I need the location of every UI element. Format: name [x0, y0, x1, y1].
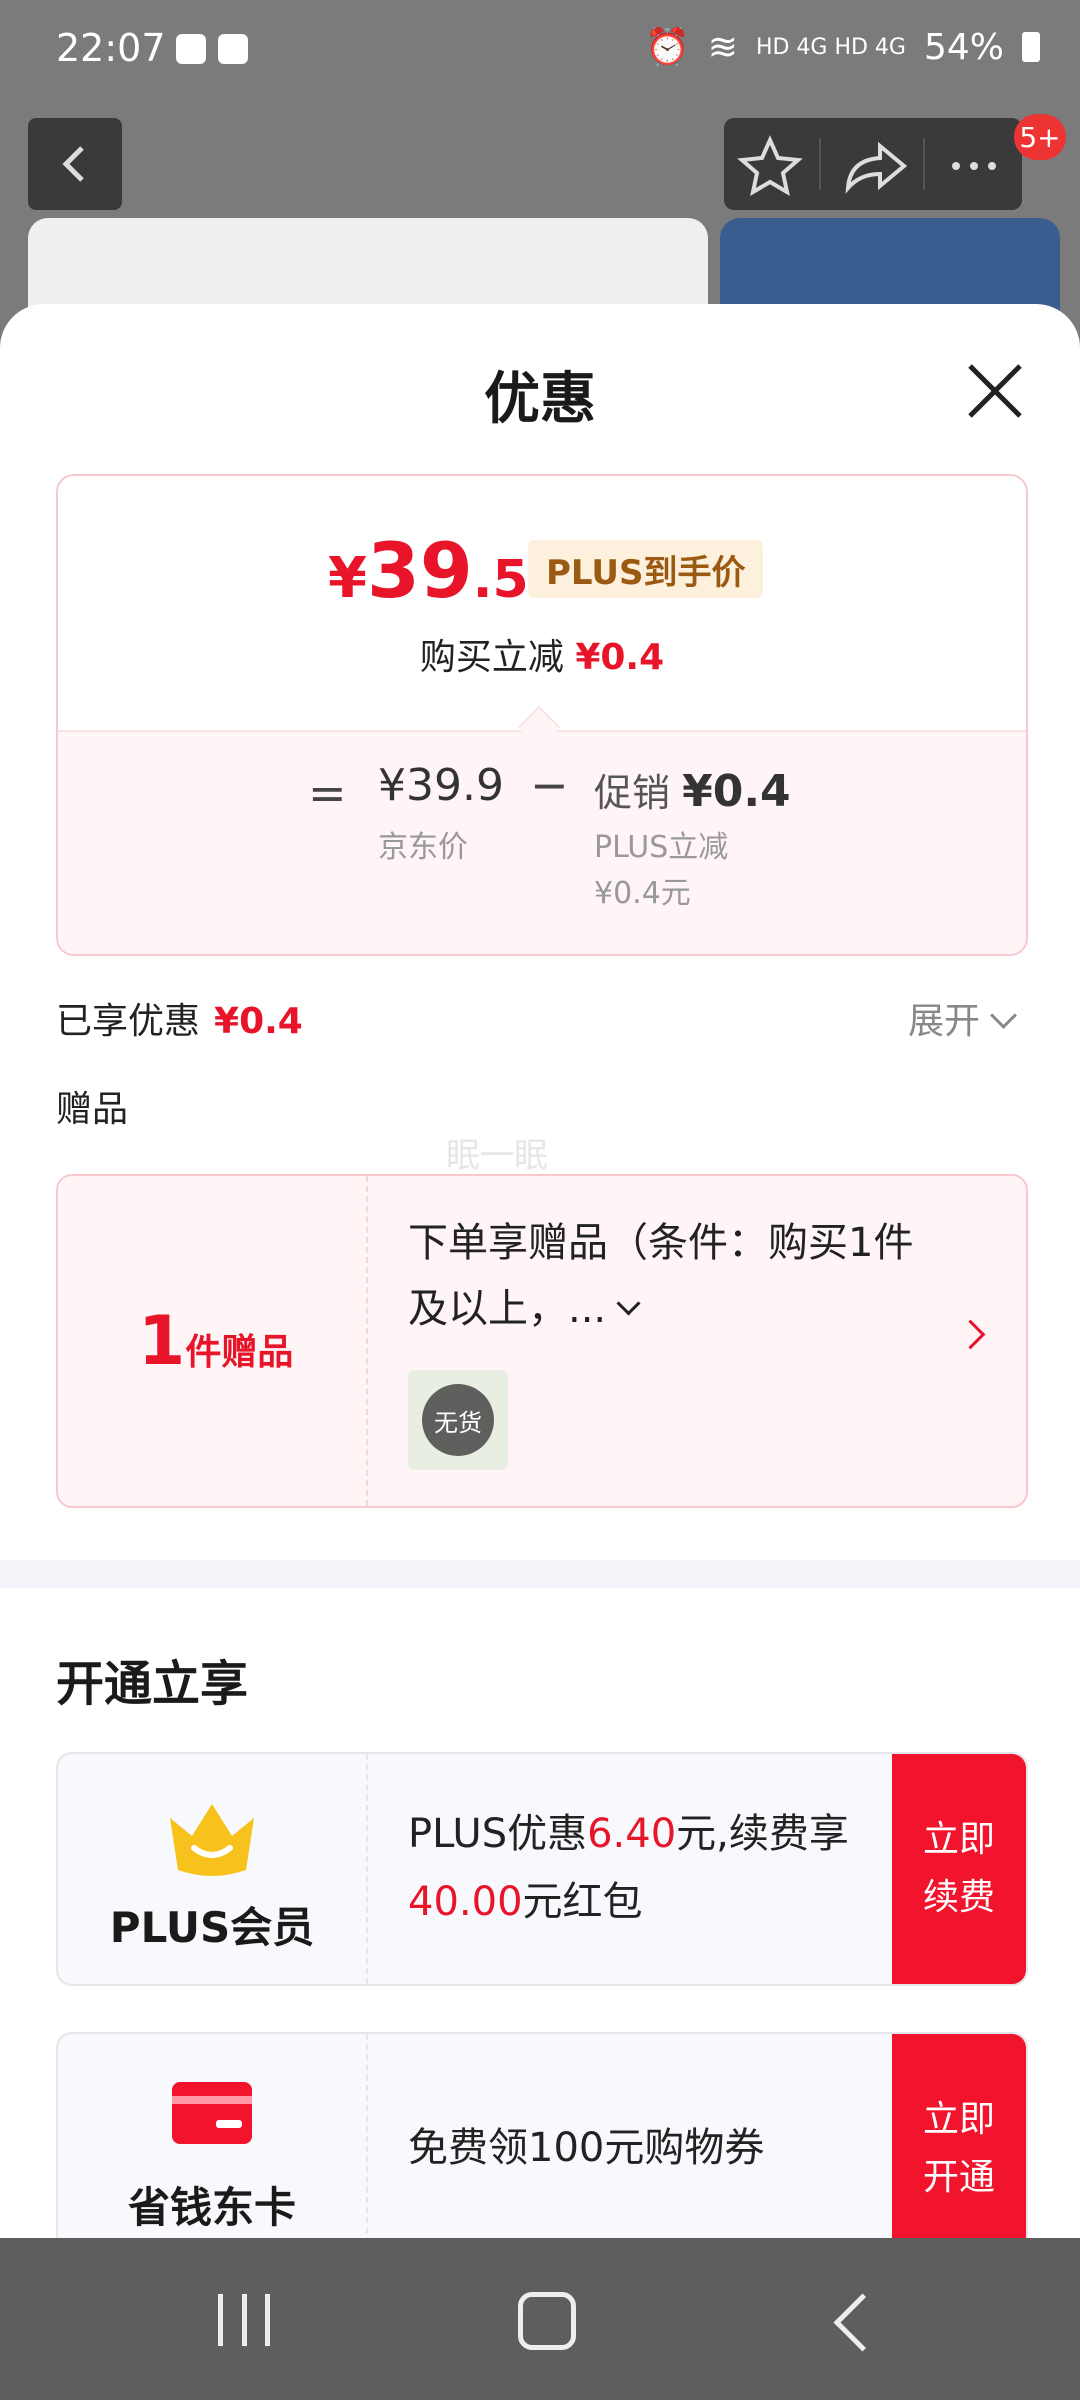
recent-bar [218, 2294, 223, 2346]
status-time: 22:07 [56, 26, 166, 70]
discount-sheet: 优惠 ¥39.5 PLUS到手价 购买立减 ¥0.4 = ¥39.9 京东价 −… [0, 304, 1080, 2238]
jd-price: ¥39.9 [378, 760, 504, 811]
gifts-section-label: 赠品 [56, 1089, 129, 1130]
recent-apps-button[interactable] [218, 2294, 270, 2346]
alarm-icon: ⏰ [644, 27, 690, 68]
equals-sign: = [308, 766, 347, 820]
purchase-reduction: 购买立减 ¥0.4 [58, 628, 1026, 680]
savings-card-desc: 免费领100元购物券 [408, 2125, 765, 2171]
plus-desc-part: 元,续费享 [676, 1811, 849, 1857]
open-benefits-title: 开通立享 [56, 1656, 249, 1712]
renew-now-button[interactable]: 立即 续费 [892, 1754, 1026, 1984]
gift-count: 1件赠品 [138, 1302, 293, 1381]
gift-condition[interactable]: 下单享赠品（条件：购买1件及以上，... [408, 1210, 948, 1342]
gift-divider [366, 1176, 368, 1506]
plus-final-price: ¥39.5 [328, 526, 529, 615]
app-notification-icon [218, 34, 248, 64]
card-divider [366, 1754, 368, 1984]
system-nav-bar [0, 2238, 1080, 2400]
close-icon[interactable] [960, 356, 1030, 426]
sold-out-badge: 无货 [422, 1384, 494, 1456]
share-icon [845, 141, 908, 194]
cta-line: 续费 [922, 1877, 995, 1918]
plus-member-name: PLUS会员 [109, 1903, 315, 1952]
promo-line: 促销 ¥0.4 [594, 762, 791, 817]
plus-member-card[interactable]: PLUS会员 PLUS优惠6.40元,续费享 40.00元红包 立即 续费 [56, 1752, 1028, 1986]
savings-card-name: 省钱东卡 [127, 2183, 296, 2232]
status-right: ⏰ ≋ HD 4G HD 4G 54% [645, 26, 1040, 68]
enjoyed-value: ¥0.4 [214, 1001, 303, 1042]
chevron-right-icon[interactable] [955, 1319, 986, 1350]
promo-plus-value: ¥0.4元 [594, 876, 691, 911]
plus-price-tag: PLUS到手价 [528, 540, 764, 598]
enjoyed-label: 已享优惠 [56, 1001, 201, 1042]
top-actions-icons [737, 135, 996, 197]
battery-icon [1022, 32, 1040, 62]
price-integer: 39 [366, 526, 473, 615]
message-badge: 5+ [1014, 114, 1066, 160]
crown-icon [170, 1804, 254, 1876]
plus-member-desc: PLUS优惠6.40元,续费享 40.00元红包 [408, 1800, 888, 1936]
enjoyed-discount: 已享优惠 ¥0.4 [56, 992, 303, 1044]
cta-line: 立即 [922, 1819, 995, 1860]
status-bar: 22:07 ⏰ ≋ HD 4G HD 4G 54% [0, 0, 1080, 100]
gift-thumbnail[interactable]: 无货 [408, 1370, 508, 1470]
savings-card[interactable]: 省钱东卡 免费领100元购物券 立即 开通 [56, 2032, 1028, 2238]
star-icon [737, 135, 803, 197]
notification-icon [176, 34, 206, 64]
open-now-button[interactable]: 立即 开通 [892, 2034, 1026, 2238]
promo-label: 促销 [594, 771, 671, 815]
sheet-title: 优惠 [484, 367, 596, 432]
back-nav-button[interactable] [833, 2293, 892, 2352]
chevron-down-icon [990, 1002, 1017, 1029]
minus-sign: − [530, 758, 569, 812]
expand-button[interactable]: 展开 [908, 992, 1017, 1044]
card-divider [366, 2034, 368, 2238]
section-separator [0, 1560, 1080, 1588]
gift-condition-text: 下单享赠品（条件：购买1件及以上，... [408, 1220, 914, 1332]
reduction-label: 购买立减 [419, 637, 564, 678]
more-icon [952, 162, 996, 170]
promo-value: ¥0.4 [682, 766, 791, 817]
network-indicator: HD 4G HD 4G [755, 34, 906, 60]
home-button[interactable] [518, 2292, 576, 2350]
battery-level: 54% [923, 26, 1004, 68]
plus-desc-part: PLUS优惠 [408, 1811, 588, 1857]
plus-desc-part: 元红包 [522, 1879, 643, 1925]
reduction-value: ¥0.4 [575, 637, 665, 678]
gift-count-unit: 件赠品 [185, 1332, 294, 1373]
expand-label: 展开 [908, 1001, 981, 1042]
gift-count-number: 1 [138, 1302, 186, 1381]
cta-line: 开通 [922, 2157, 995, 2198]
back-button[interactable] [28, 118, 122, 210]
wifi-icon: ≋ [707, 26, 738, 68]
gift-card[interactable]: 1件赠品 下单享赠品（条件：购买1件及以上，... 无货 [56, 1174, 1028, 1508]
price-summary: ¥39.5 PLUS到手价 购买立减 ¥0.4 = ¥39.9 京东价 − 促销… [56, 474, 1028, 956]
jd-price-label: 京东价 [378, 830, 468, 865]
recent-bar [241, 2294, 247, 2346]
watermark-text: 眠一眠 [446, 1136, 548, 1176]
card-icon [172, 2082, 252, 2144]
plus-discount-amount: 6.40 [587, 1811, 677, 1857]
price-decimal: .5 [472, 550, 529, 610]
plus-redpacket-amount: 40.00 [408, 1879, 523, 1925]
top-actions [724, 118, 1022, 210]
chevron-left-icon [62, 146, 84, 182]
cta-line: 立即 [922, 2099, 995, 2140]
price-currency: ¥ [328, 546, 367, 611]
recent-bar [265, 2294, 270, 2346]
promo-plus-label: PLUS立减 [594, 830, 729, 865]
chevron-down-icon [616, 1291, 641, 1316]
